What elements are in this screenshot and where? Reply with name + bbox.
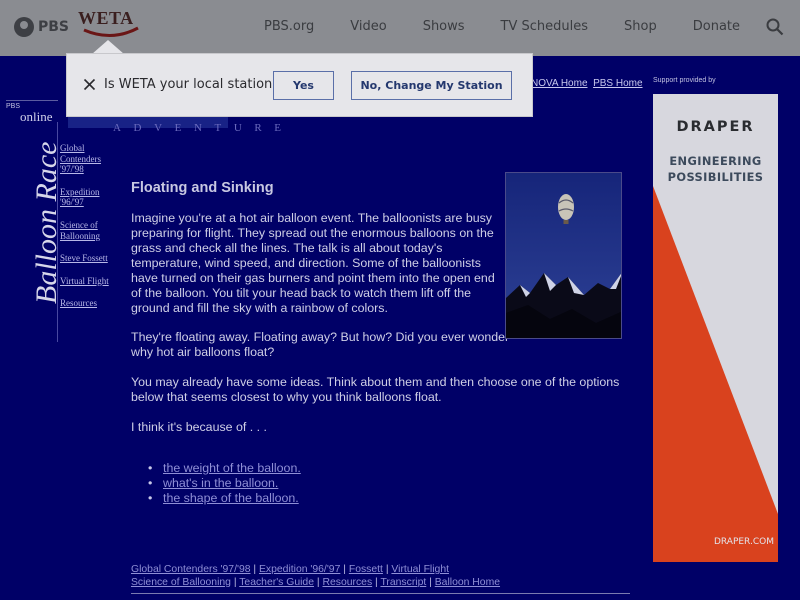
intro-paragraph: Imagine you're at a hot air balloon even… (131, 211, 495, 315)
ad-tagline-line-1: ENGINEERING (669, 154, 762, 168)
choice-shape[interactable]: the shape of the balloon. (148, 491, 301, 506)
sidebar-item-expedition[interactable]: Expedition '96/'97 (60, 187, 110, 208)
nav-link-shop[interactable]: Shop (624, 19, 657, 34)
balloon-photo (505, 172, 622, 339)
pbs-online-logo[interactable]: PBS online (6, 100, 58, 124)
footer-separator: | (375, 576, 378, 588)
sidebar-item-science-of-ballooning[interactable]: Science of Ballooning (60, 220, 110, 241)
close-icon[interactable] (83, 78, 96, 91)
draper-ad[interactable]: DRAPER ENGINEERING POSSIBILITIES DRAPER.… (653, 94, 778, 562)
footer-link-transcript[interactable]: Transcript (380, 577, 426, 588)
search-icon[interactable] (766, 18, 784, 36)
pbs-head-icon (14, 17, 34, 37)
footer-separator: | (429, 576, 432, 588)
question-paragraph: They're floating away. Floating away? Bu… (131, 330, 510, 359)
popup-pointer (92, 40, 124, 54)
footer-link-balloon-home[interactable]: Balloon Home (435, 577, 500, 588)
weta-logo-text: WETA (78, 8, 134, 28)
local-station-popup: Is WETA your local station? Yes No, Chan… (66, 53, 533, 117)
footer-row-2: Science of Ballooning | Teacher's Guide … (131, 577, 500, 590)
adventure-banner-text: ADVENTURE (113, 122, 294, 134)
balloon-over-mountains-image (506, 173, 621, 338)
pbs-logo-text: PBS (38, 19, 70, 35)
pbs-online-small-text: PBS (6, 103, 21, 110)
footer-separator: | (233, 576, 237, 588)
choice-contents[interactable]: what's in the balloon. (148, 476, 301, 491)
pbs-home-link[interactable]: PBS Home (593, 78, 642, 89)
prompt-text: I think it's because of . . . (131, 420, 267, 434)
ad-url: DRAPER.COM (713, 537, 774, 547)
weta-logo[interactable]: WETA (78, 8, 140, 38)
footer-row-1: Global Contenders '97/'98 | Expedition '… (131, 564, 500, 577)
sidebar-nav: Global Contenders '97/'98 Expedition '96… (60, 143, 110, 321)
weta-swoosh-icon (83, 26, 139, 37)
ad-tagline-line-2: POSSIBILITIES (667, 170, 764, 184)
nova-home-link[interactable]: NOVA Home (531, 78, 588, 89)
nav-link-video[interactable]: Video (350, 19, 386, 34)
choice-list: the weight of the balloon. what's in the… (148, 461, 301, 506)
yes-button[interactable]: Yes (273, 71, 334, 100)
nav-link-shows[interactable]: Shows (423, 19, 465, 34)
footer-separator: | (253, 564, 257, 575)
page-title: Floating and Sinking (131, 180, 274, 196)
primary-nav: PBS.org Video Shows TV Schedules Shop Do… (228, 19, 740, 34)
sidebar-item-resources[interactable]: Resources (60, 298, 110, 309)
nav-link-pbs-org[interactable]: PBS.org (264, 19, 314, 34)
footer-link-expedition[interactable]: Expedition '96/'97 (259, 564, 340, 575)
nav-link-donate[interactable]: Donate (693, 19, 740, 34)
ad-tagline: ENGINEERING POSSIBILITIES (653, 153, 778, 185)
footer-link-virtual-flight[interactable]: Virtual Flight (391, 564, 449, 575)
nova-home-links: NOVA Home PBS Home (531, 78, 643, 89)
choice-weight[interactable]: the weight of the balloon. (148, 461, 301, 476)
footer-separator: | (343, 564, 346, 575)
footer-separator: | (385, 564, 389, 575)
footer-link-global-contenders[interactable]: Global Contenders '97/'98 (131, 564, 251, 575)
pbs-logo[interactable]: PBS (14, 17, 69, 37)
instruction-paragraph: You may already have some ideas. Think a… (131, 375, 620, 404)
nova-page: NOVA Home PBS Home PBS online ADVENTURE … (0, 56, 800, 600)
ad-support-label: Support provided by (653, 77, 716, 84)
station-question: Is WETA your local station? (104, 77, 280, 92)
ad-brand-logo: DRAPER (676, 119, 755, 135)
footer-link-resources[interactable]: Resources (322, 577, 372, 588)
pbs-online-word: online (20, 109, 53, 124)
footer-nav: Global Contenders '97/'98 | Expedition '… (131, 564, 500, 589)
sidebar-item-virtual-flight[interactable]: Virtual Flight (60, 276, 110, 287)
footer-link-fossett[interactable]: Fossett (349, 564, 383, 575)
nav-link-tv-schedules[interactable]: TV Schedules (501, 19, 588, 34)
footer-separator: | (316, 576, 320, 588)
footer-link-teachers-guide[interactable]: Teacher's Guide (239, 577, 314, 588)
footer-link-science-of-ballooning[interactable]: Science of Ballooning (131, 577, 231, 588)
sidebar-item-steve-fossett[interactable]: Steve Fossett (60, 253, 110, 264)
sidebar-item-global-contenders[interactable]: Global Contenders '97/'98 (60, 143, 110, 175)
footer-divider (131, 593, 630, 594)
change-station-button[interactable]: No, Change My Station (351, 71, 512, 100)
sidebar-title: Balloon Race (30, 141, 63, 304)
